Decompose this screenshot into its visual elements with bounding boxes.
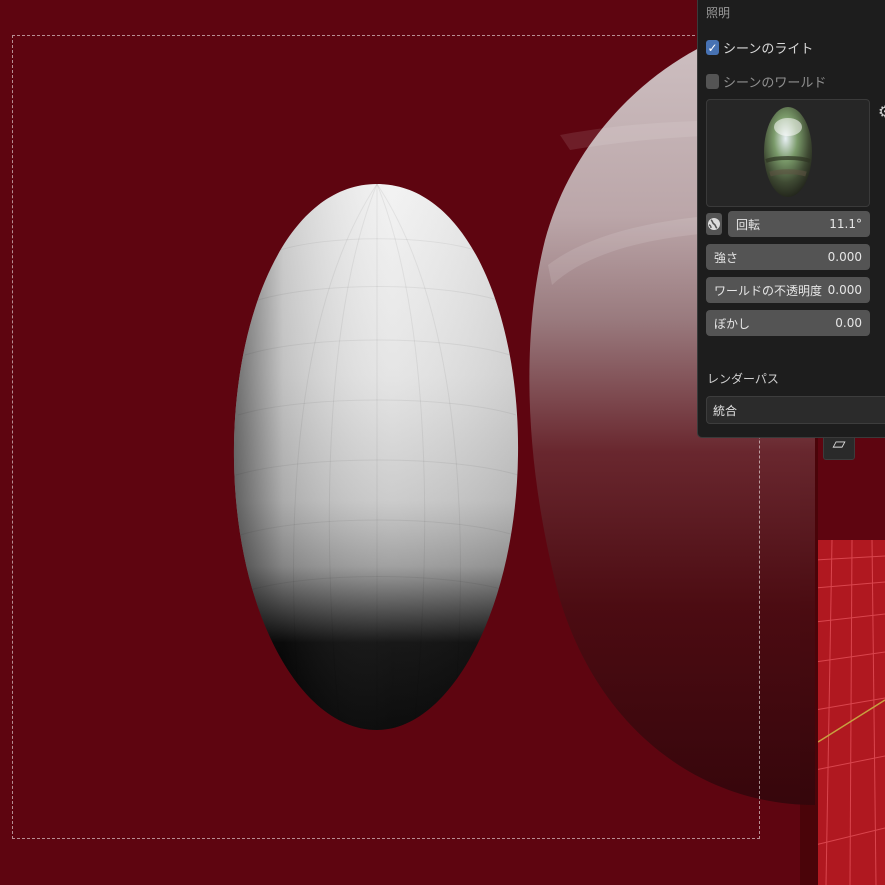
world-opacity-field[interactable]: ワールドの不透明度 0.000 xyxy=(706,277,870,303)
blur-label: ぼかし xyxy=(714,316,751,331)
scene-world-checkbox[interactable]: シーンのワールド xyxy=(706,72,826,91)
strength-value: 0.000 xyxy=(827,250,862,264)
world-opacity-label: ワールドの不透明度 xyxy=(714,283,823,298)
checkbox-unchecked-icon xyxy=(706,74,719,89)
blur-field[interactable]: ぼかし 0.00 xyxy=(706,310,870,336)
lighting-popover: 照明 ✓ シーンのライト シーンのワールド ⚙ xyxy=(697,0,885,438)
scene-lights-checkbox[interactable]: ✓ シーンのライト xyxy=(706,38,813,57)
panel-title: 照明 xyxy=(706,6,731,20)
rotation-label: 回転 xyxy=(736,217,761,232)
render-pass-label: レンダーパス xyxy=(707,372,779,386)
scene-world-label: シーンのワールド xyxy=(723,76,827,91)
floor-grid xyxy=(814,539,885,885)
scene-lights-label: シーンのライト xyxy=(723,42,814,57)
egg-object[interactable] xyxy=(230,180,525,735)
rotation-value: 11.1° xyxy=(829,217,862,231)
checkbox-checked-icon: ✓ xyxy=(706,40,719,55)
world-opacity-value: 0.000 xyxy=(827,283,862,297)
strength-field[interactable]: 強さ 0.000 xyxy=(706,244,870,270)
hdri-preview-button[interactable] xyxy=(706,99,870,207)
strength-label: 強さ xyxy=(714,250,739,265)
blur-value: 0.00 xyxy=(835,316,862,330)
render-pass-dropdown[interactable]: 統合 xyxy=(706,396,885,424)
globe-icon xyxy=(708,218,720,230)
world-space-toggle[interactable] xyxy=(706,213,722,235)
gear-icon[interactable]: ⚙ xyxy=(878,102,885,121)
rotation-field[interactable]: 回転 11.1° xyxy=(728,211,870,237)
render-pass-value: 統合 xyxy=(713,403,738,418)
hdri-sphere-preview-icon xyxy=(764,107,812,197)
